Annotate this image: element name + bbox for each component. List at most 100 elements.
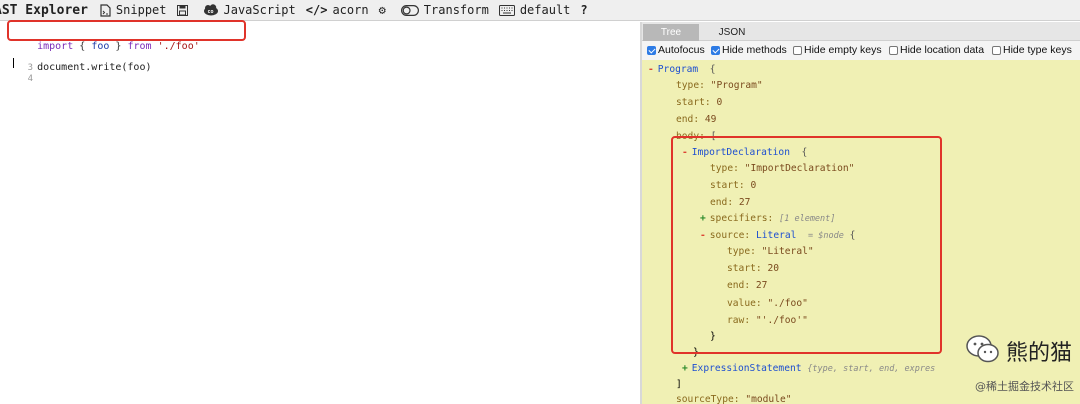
code-icon: </>	[305, 3, 328, 17]
node-type: Program	[657, 64, 699, 75]
prop-value: 27	[738, 197, 751, 208]
app-title: AST Explorer	[0, 2, 88, 18]
tab-tree[interactable]: Tree	[643, 24, 699, 41]
expand-toggle[interactable]: +	[682, 363, 688, 374]
code-text: document.write(foo)	[37, 62, 152, 73]
hide-methods-checkbox[interactable]	[711, 45, 720, 55]
hide-location-data-checkbox[interactable]	[889, 45, 898, 55]
tree-prop: end: 27	[727, 280, 767, 292]
collapse-toggle[interactable]: -	[700, 230, 706, 241]
prop-key: specifiers:	[709, 213, 774, 224]
tree-prop: raw: "'./foo'"	[727, 315, 808, 327]
prop-key: start:	[676, 97, 711, 108]
hide-type-keys-option[interactable]: Hide type keys	[992, 44, 1072, 56]
node-hint: = $node	[808, 231, 844, 241]
prop-value: "./foo"	[767, 298, 808, 309]
brace: ]	[676, 379, 682, 390]
collapse-toggle[interactable]: -	[682, 147, 688, 158]
language-logo-icon: co	[203, 4, 219, 16]
prop-key: end:	[727, 280, 751, 291]
prop-key: sourceType:	[676, 394, 740, 404]
prop-value: 0	[750, 180, 757, 191]
svg-text:co: co	[207, 9, 213, 15]
prop-key: source:	[709, 230, 751, 241]
tree-node-source[interactable]: - source: Literal = $node {	[700, 230, 855, 242]
node-type: ExpressionStatement	[691, 363, 802, 374]
expand-toggle[interactable]: +	[700, 213, 706, 224]
parser-label: acorn	[332, 3, 369, 17]
tree-node-program[interactable]: - Program {	[648, 64, 716, 76]
prop-value: 0	[716, 97, 723, 108]
code-line: 4	[0, 55, 37, 84]
hide-empty-keys-option[interactable]: Hide empty keys	[793, 44, 882, 56]
prop-key: end:	[710, 197, 734, 208]
parser-menu[interactable]: </> acorn	[306, 3, 369, 17]
prop-key: body:	[676, 131, 705, 142]
code-token: './foo'	[157, 41, 200, 52]
brace: {	[801, 147, 808, 158]
prop-key: end:	[676, 114, 700, 125]
option-label: Hide methods	[722, 44, 787, 56]
tree-node-import-declaration[interactable]: - ImportDeclaration {	[682, 147, 807, 159]
brace: [	[710, 131, 717, 142]
save-icon	[176, 4, 188, 16]
tree-node-specifiers[interactable]: + specifiers: [1 element]	[700, 213, 835, 225]
watermark-subtitle: @稀土掘金技术社区	[975, 380, 1074, 393]
prop-value: "ImportDeclaration"	[744, 163, 855, 174]
tree-prop: start: 0	[710, 180, 756, 192]
snippet-file-icon	[100, 3, 111, 17]
toolbar: AST Explorer Snippet co JavaScript </> a…	[0, 0, 1080, 21]
line-number: 4	[27, 74, 34, 84]
tree-options: Autofocus Hide methods Hide empty keys H…	[642, 41, 1080, 60]
prop-value: 49	[704, 114, 717, 125]
watermark: 熊的猫	[966, 334, 1072, 368]
prop-value: "Program"	[710, 80, 763, 91]
tree-prop: sourceType: "module"	[676, 394, 792, 404]
autofocus-option[interactable]: Autofocus	[647, 44, 705, 56]
tree-prop: end: 49	[676, 114, 716, 126]
brace: {	[709, 64, 716, 75]
tree-prop: type: "Literal"	[727, 246, 814, 258]
prop-key: type:	[676, 80, 705, 91]
snippet-label: Snippet	[115, 3, 167, 17]
prop-value: "module"	[745, 394, 792, 404]
hide-methods-option[interactable]: Hide methods	[711, 44, 787, 56]
prop-key: value:	[727, 298, 762, 309]
code-editor[interactable]: import { foo } from './foo' 3 document.wr…	[0, 20, 640, 404]
text-cursor	[13, 58, 14, 68]
prop-key: start:	[727, 263, 762, 274]
node-type: Literal	[756, 230, 797, 241]
keymap-menu[interactable]: default	[498, 3, 571, 17]
parser-settings-button[interactable]: ⚙	[379, 3, 391, 17]
brace: }	[693, 347, 699, 358]
tree-prop: body: [	[676, 131, 716, 143]
tree-prop: start: 20	[727, 263, 779, 275]
gear-icon: ⚙	[378, 3, 386, 17]
code-line: import { foo } from './foo'	[0, 23, 200, 52]
tree-node-expression-statement[interactable]: + ExpressionStatement {type, start, end, …	[682, 363, 935, 375]
hide-location-data-option[interactable]: Hide location data	[889, 44, 984, 56]
save-button[interactable]	[176, 4, 193, 16]
help-button[interactable]: ?	[580, 3, 592, 17]
transform-toggle[interactable]: Transform	[400, 3, 489, 17]
autofocus-checkbox[interactable]	[647, 45, 656, 55]
watermark-title: 熊的猫	[1005, 341, 1072, 366]
prop-value: 27	[755, 280, 768, 291]
keyboard-icon	[498, 4, 515, 16]
collapse-toggle[interactable]: -	[648, 64, 654, 75]
snippet-menu[interactable]: Snippet	[100, 3, 167, 17]
tab-json[interactable]: JSON	[704, 24, 760, 41]
language-menu[interactable]: co JavaScript	[203, 3, 296, 17]
prop-value: 20	[767, 263, 779, 274]
output-tabs: Tree JSON	[642, 22, 1080, 41]
toggle-icon	[400, 4, 419, 16]
keymap-label: default	[519, 3, 571, 17]
prop-key: start:	[710, 180, 745, 191]
hide-type-keys-checkbox[interactable]	[992, 45, 1001, 55]
prop-value: "'./foo'"	[755, 315, 808, 326]
tree-prop: end: 27	[710, 197, 750, 209]
hide-empty-keys-checkbox[interactable]	[793, 45, 802, 55]
prop-key: raw:	[727, 315, 751, 326]
tree-prop: start: 0	[676, 97, 722, 109]
option-label: Hide location data	[900, 44, 985, 56]
